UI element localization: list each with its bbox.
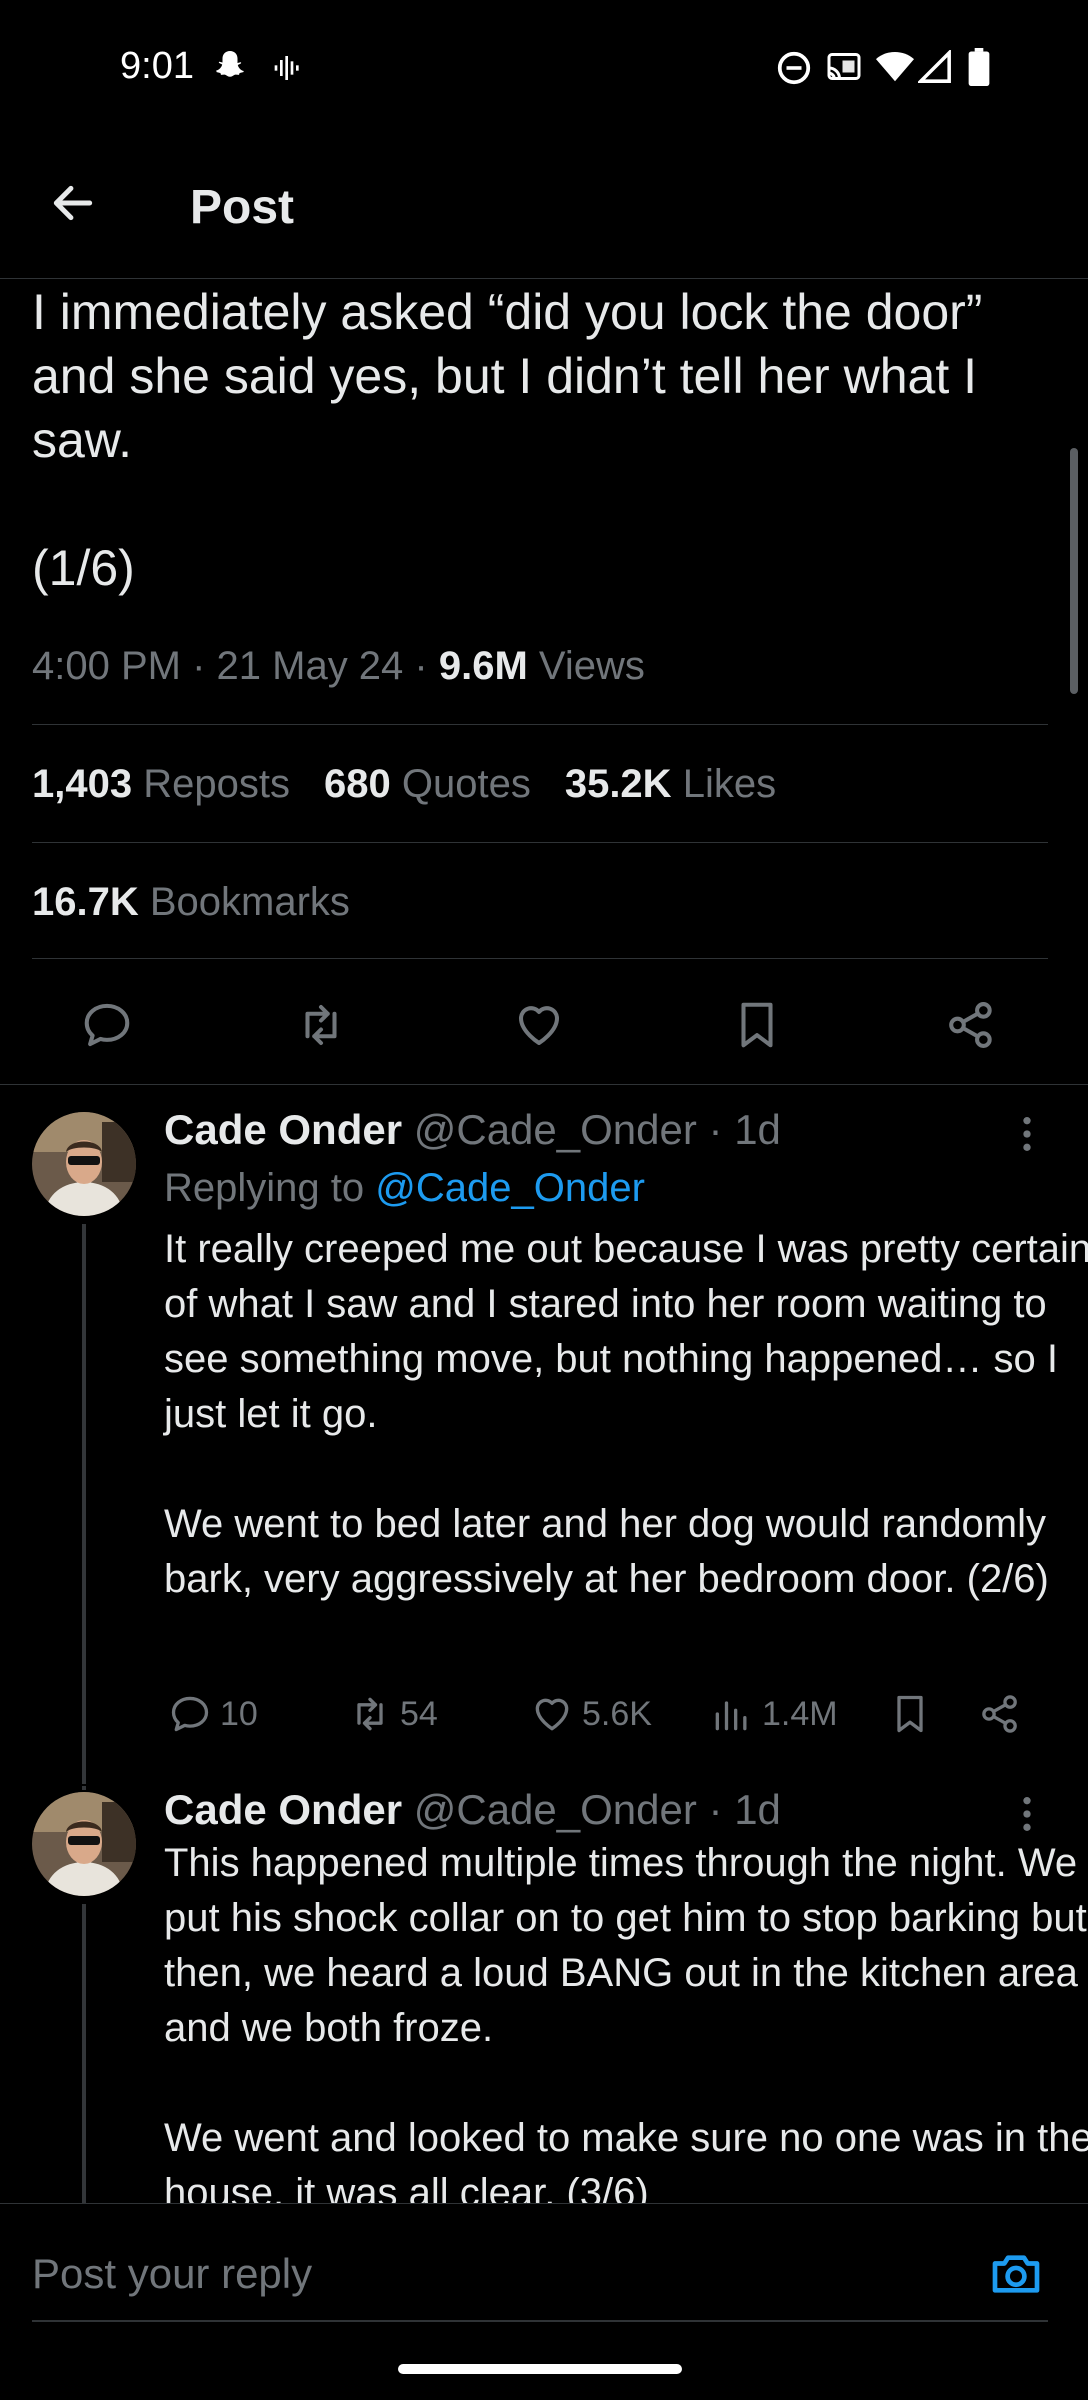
input-underline <box>32 2320 1048 2322</box>
bookmarks-label: Bookmarks <box>149 880 350 924</box>
repost-icon[interactable] <box>294 998 348 1052</box>
post-meta: 4:00 PM · 21 May 24 · 9.6M Views <box>32 644 645 688</box>
post-body: I immediately asked “did you lock the do… <box>32 284 983 596</box>
share-icon[interactable] <box>978 1692 1022 1736</box>
avatar[interactable] <box>32 1792 136 1896</box>
views-count: 9.6M <box>438 644 528 688</box>
scrollbar[interactable] <box>1070 448 1078 694</box>
quotes-stat[interactable]: 680 Quotes <box>324 758 531 810</box>
bookmark-icon[interactable] <box>888 1692 932 1736</box>
reply-icon <box>168 1692 212 1736</box>
author-name[interactable]: Cade Onder <box>164 1786 402 1833</box>
wifi-icon <box>876 50 914 84</box>
reply-header: Cade Onder @Cade_Onder · 1d <box>164 1102 781 1158</box>
view-count: 1.4M <box>762 1694 838 1733</box>
reply-action[interactable]: 10 <box>168 1692 258 1736</box>
signal-icon <box>918 50 952 84</box>
thread-line <box>82 1786 86 1790</box>
reply-icon[interactable] <box>80 998 134 1052</box>
author-name[interactable]: Cade Onder <box>164 1106 402 1153</box>
camera-icon[interactable] <box>988 2246 1044 2302</box>
post-date: 21 May 24 <box>216 644 404 688</box>
battery-icon <box>968 48 990 86</box>
bookmarks-count: 16.7K <box>32 880 139 924</box>
views-action[interactable]: 1.4M <box>710 1692 838 1736</box>
reply-count: 10 <box>220 1694 258 1733</box>
views-label: Views <box>538 644 645 688</box>
post-stats: 1,403 Reposts 680 Quotes 35.2K Likes <box>32 758 776 810</box>
share-icon[interactable] <box>944 998 998 1052</box>
post-age: 1d <box>734 1786 781 1833</box>
reply-header: Cade Onder @Cade_Onder · 1d <box>164 1782 781 1838</box>
likes-stat[interactable]: 35.2K Likes <box>565 758 776 810</box>
like-icon <box>530 1692 574 1736</box>
likes-label: Likes <box>682 762 777 806</box>
replying-to-link[interactable]: @Cade_Onder <box>375 1166 645 1210</box>
post-actions <box>0 980 1088 1064</box>
likes-count: 35.2K <box>564 762 672 806</box>
avatar[interactable] <box>32 1112 136 1216</box>
dnd-icon <box>776 50 812 86</box>
divider <box>32 842 1048 843</box>
thread-line <box>82 1904 86 2204</box>
page-title: Post <box>190 181 295 234</box>
snapchat-icon <box>212 48 248 84</box>
replying-to: Replying to @Cade_Onder <box>164 1162 645 1214</box>
more-options-icon[interactable] <box>1016 1114 1038 1154</box>
divider <box>0 1084 1088 1085</box>
reply-input[interactable]: Post your reply <box>32 2246 312 2302</box>
status-time: 9:01 <box>120 45 194 87</box>
like-count: 5.6K <box>582 1694 652 1733</box>
replying-to-label: Replying to <box>164 1166 365 1210</box>
reply-actions: 10 54 5.6K 1.4M <box>164 1686 1044 1746</box>
reposts-label: Reposts <box>143 762 290 806</box>
reposts-count: 1,403 <box>32 762 133 806</box>
repost-icon <box>348 1692 392 1736</box>
reply-text: This happened multiple times through the… <box>164 1841 1088 2215</box>
reposts-stat[interactable]: 1,403 Reposts <box>32 758 290 810</box>
repost-action[interactable]: 54 <box>348 1692 438 1736</box>
thread-line <box>82 1224 86 1784</box>
like-icon[interactable] <box>512 998 566 1052</box>
post-time: 4:00 PM <box>32 644 181 688</box>
analytics-icon <box>710 1692 754 1736</box>
quotes-label: Quotes <box>401 762 531 806</box>
author-handle[interactable]: @Cade_Onder <box>414 1786 697 1833</box>
quotes-count: 680 <box>323 762 391 806</box>
bookmarks-stat[interactable]: 16.7K Bookmarks <box>32 876 350 928</box>
like-action[interactable]: 5.6K <box>530 1692 652 1736</box>
divider <box>32 724 1048 725</box>
audio-icon <box>272 52 304 84</box>
home-indicator[interactable] <box>398 2364 682 2374</box>
header-divider <box>0 278 1088 279</box>
back-arrow-icon[interactable] <box>48 178 98 228</box>
more-options-icon[interactable] <box>1016 1794 1038 1834</box>
post-age: 1d <box>734 1106 781 1153</box>
separator-dot: · <box>696 1106 735 1153</box>
bookmark-icon[interactable] <box>730 998 784 1052</box>
repost-count: 54 <box>400 1694 438 1733</box>
cast-icon <box>824 50 864 86</box>
divider <box>32 958 1048 959</box>
separator-dot: · <box>696 1786 735 1833</box>
author-handle[interactable]: @Cade_Onder <box>414 1106 697 1153</box>
reply-text: It really creeped me out because I was p… <box>164 1227 1088 1601</box>
